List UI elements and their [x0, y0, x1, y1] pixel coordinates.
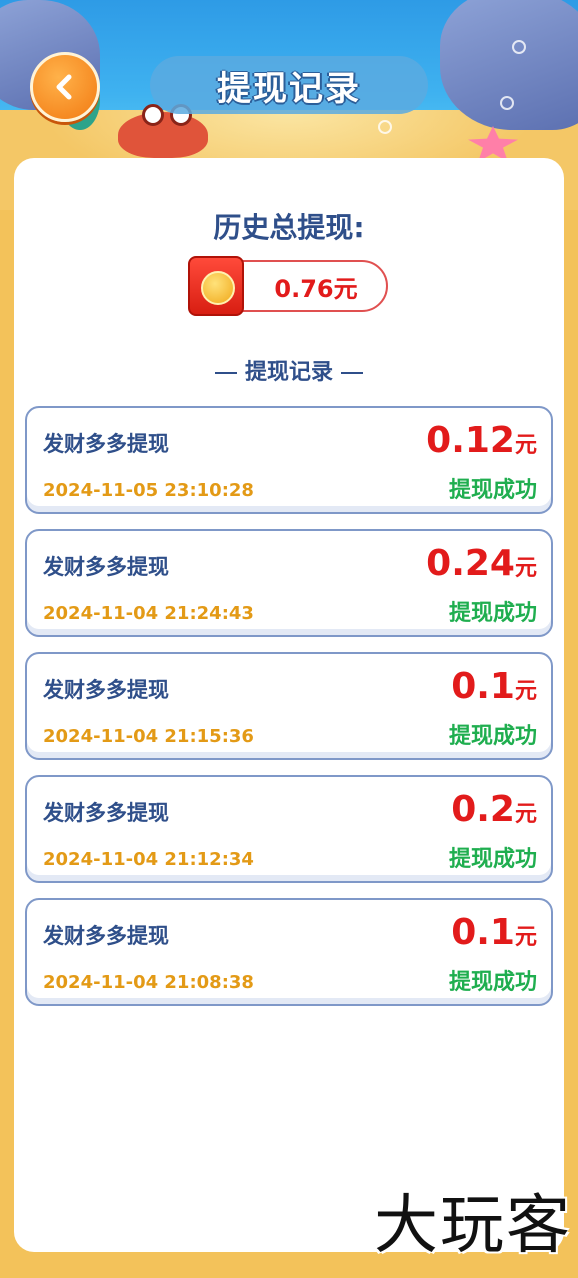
rock-right — [440, 0, 578, 130]
watermark-logo: 大玩客 — [374, 1189, 572, 1263]
record-time: 2024-11-04 21:15:36 — [43, 726, 254, 747]
record-amount-unit: 元 — [514, 925, 537, 950]
record-amount-unit: 元 — [514, 802, 537, 827]
bubble — [500, 96, 514, 110]
record-time: 2024-11-05 23:10:28 — [43, 480, 254, 501]
record-item: 发财多多提现 2024-11-04 21:15:36 0.1元 提现成功 — [25, 652, 553, 760]
red-packet-icon — [188, 256, 244, 316]
record-status: 提现成功 — [448, 847, 537, 872]
record-status: 提现成功 — [448, 724, 537, 749]
bubble — [378, 120, 392, 134]
record-status: 提现成功 — [448, 601, 537, 626]
total-withdraw-box: 0.76元 — [188, 256, 388, 316]
record-status: 提现成功 — [448, 970, 537, 995]
record-amount-value: 0.12 — [426, 420, 515, 461]
record-amount-value: 0.1 — [451, 666, 515, 707]
records-list: 发财多多提现 2024-11-05 23:10:28 0.12元 提现成功 发财… — [25, 406, 553, 1021]
record-amount: 0.12元 — [426, 420, 537, 461]
record-amount-unit: 元 — [514, 679, 537, 704]
record-amount-value: 0.24 — [426, 543, 515, 584]
record-amount-value: 0.1 — [451, 912, 515, 953]
record-time: 2024-11-04 21:08:38 — [43, 972, 254, 993]
record-time: 2024-11-04 21:12:34 — [43, 849, 254, 870]
record-amount-unit: 元 — [514, 556, 537, 581]
record-name: 发财多多提现 — [43, 555, 169, 579]
record-item: 发财多多提现 2024-11-04 21:08:38 0.1元 提现成功 — [25, 898, 553, 1006]
divider — [214, 372, 237, 374]
record-status: 提现成功 — [448, 478, 537, 503]
crab-mascot — [118, 104, 208, 158]
record-amount: 0.24元 — [426, 543, 537, 584]
record-amount: 0.1元 — [451, 912, 537, 953]
total-withdraw-label: 历史总提现: — [213, 211, 365, 244]
page-title-banner: 提现记录 — [150, 56, 428, 114]
withdraw-records-card: 历史总提现: 0.76元 提现记录 发财多多提现 2024-11-05 23:1… — [14, 158, 564, 1252]
record-name: 发财多多提现 — [43, 432, 169, 456]
back-button[interactable] — [30, 52, 100, 122]
record-name: 发财多多提现 — [43, 801, 169, 825]
records-section-label: 提现记录 — [244, 360, 333, 385]
record-item: 发财多多提现 2024-11-04 21:24:43 0.24元 提现成功 — [25, 529, 553, 637]
bubble — [512, 40, 526, 54]
record-amount-value: 0.2 — [451, 789, 515, 830]
record-amount-unit: 元 — [514, 433, 537, 458]
record-time: 2024-11-04 21:24:43 — [43, 603, 254, 624]
page-title: 提现记录 — [217, 68, 361, 109]
records-section-title: 提现记录 — [14, 354, 564, 386]
record-name: 发财多多提现 — [43, 924, 169, 948]
record-item: 发财多多提现 2024-11-05 23:10:28 0.12元 提现成功 — [25, 406, 553, 514]
divider — [341, 372, 363, 374]
record-item: 发财多多提现 2024-11-04 21:12:34 0.2元 提现成功 — [25, 775, 553, 883]
coin-icon — [201, 271, 235, 305]
record-name: 发财多多提现 — [43, 678, 169, 702]
chevron-left-icon — [56, 74, 72, 100]
record-amount: 0.2元 — [451, 789, 537, 830]
record-amount: 0.1元 — [451, 666, 537, 707]
